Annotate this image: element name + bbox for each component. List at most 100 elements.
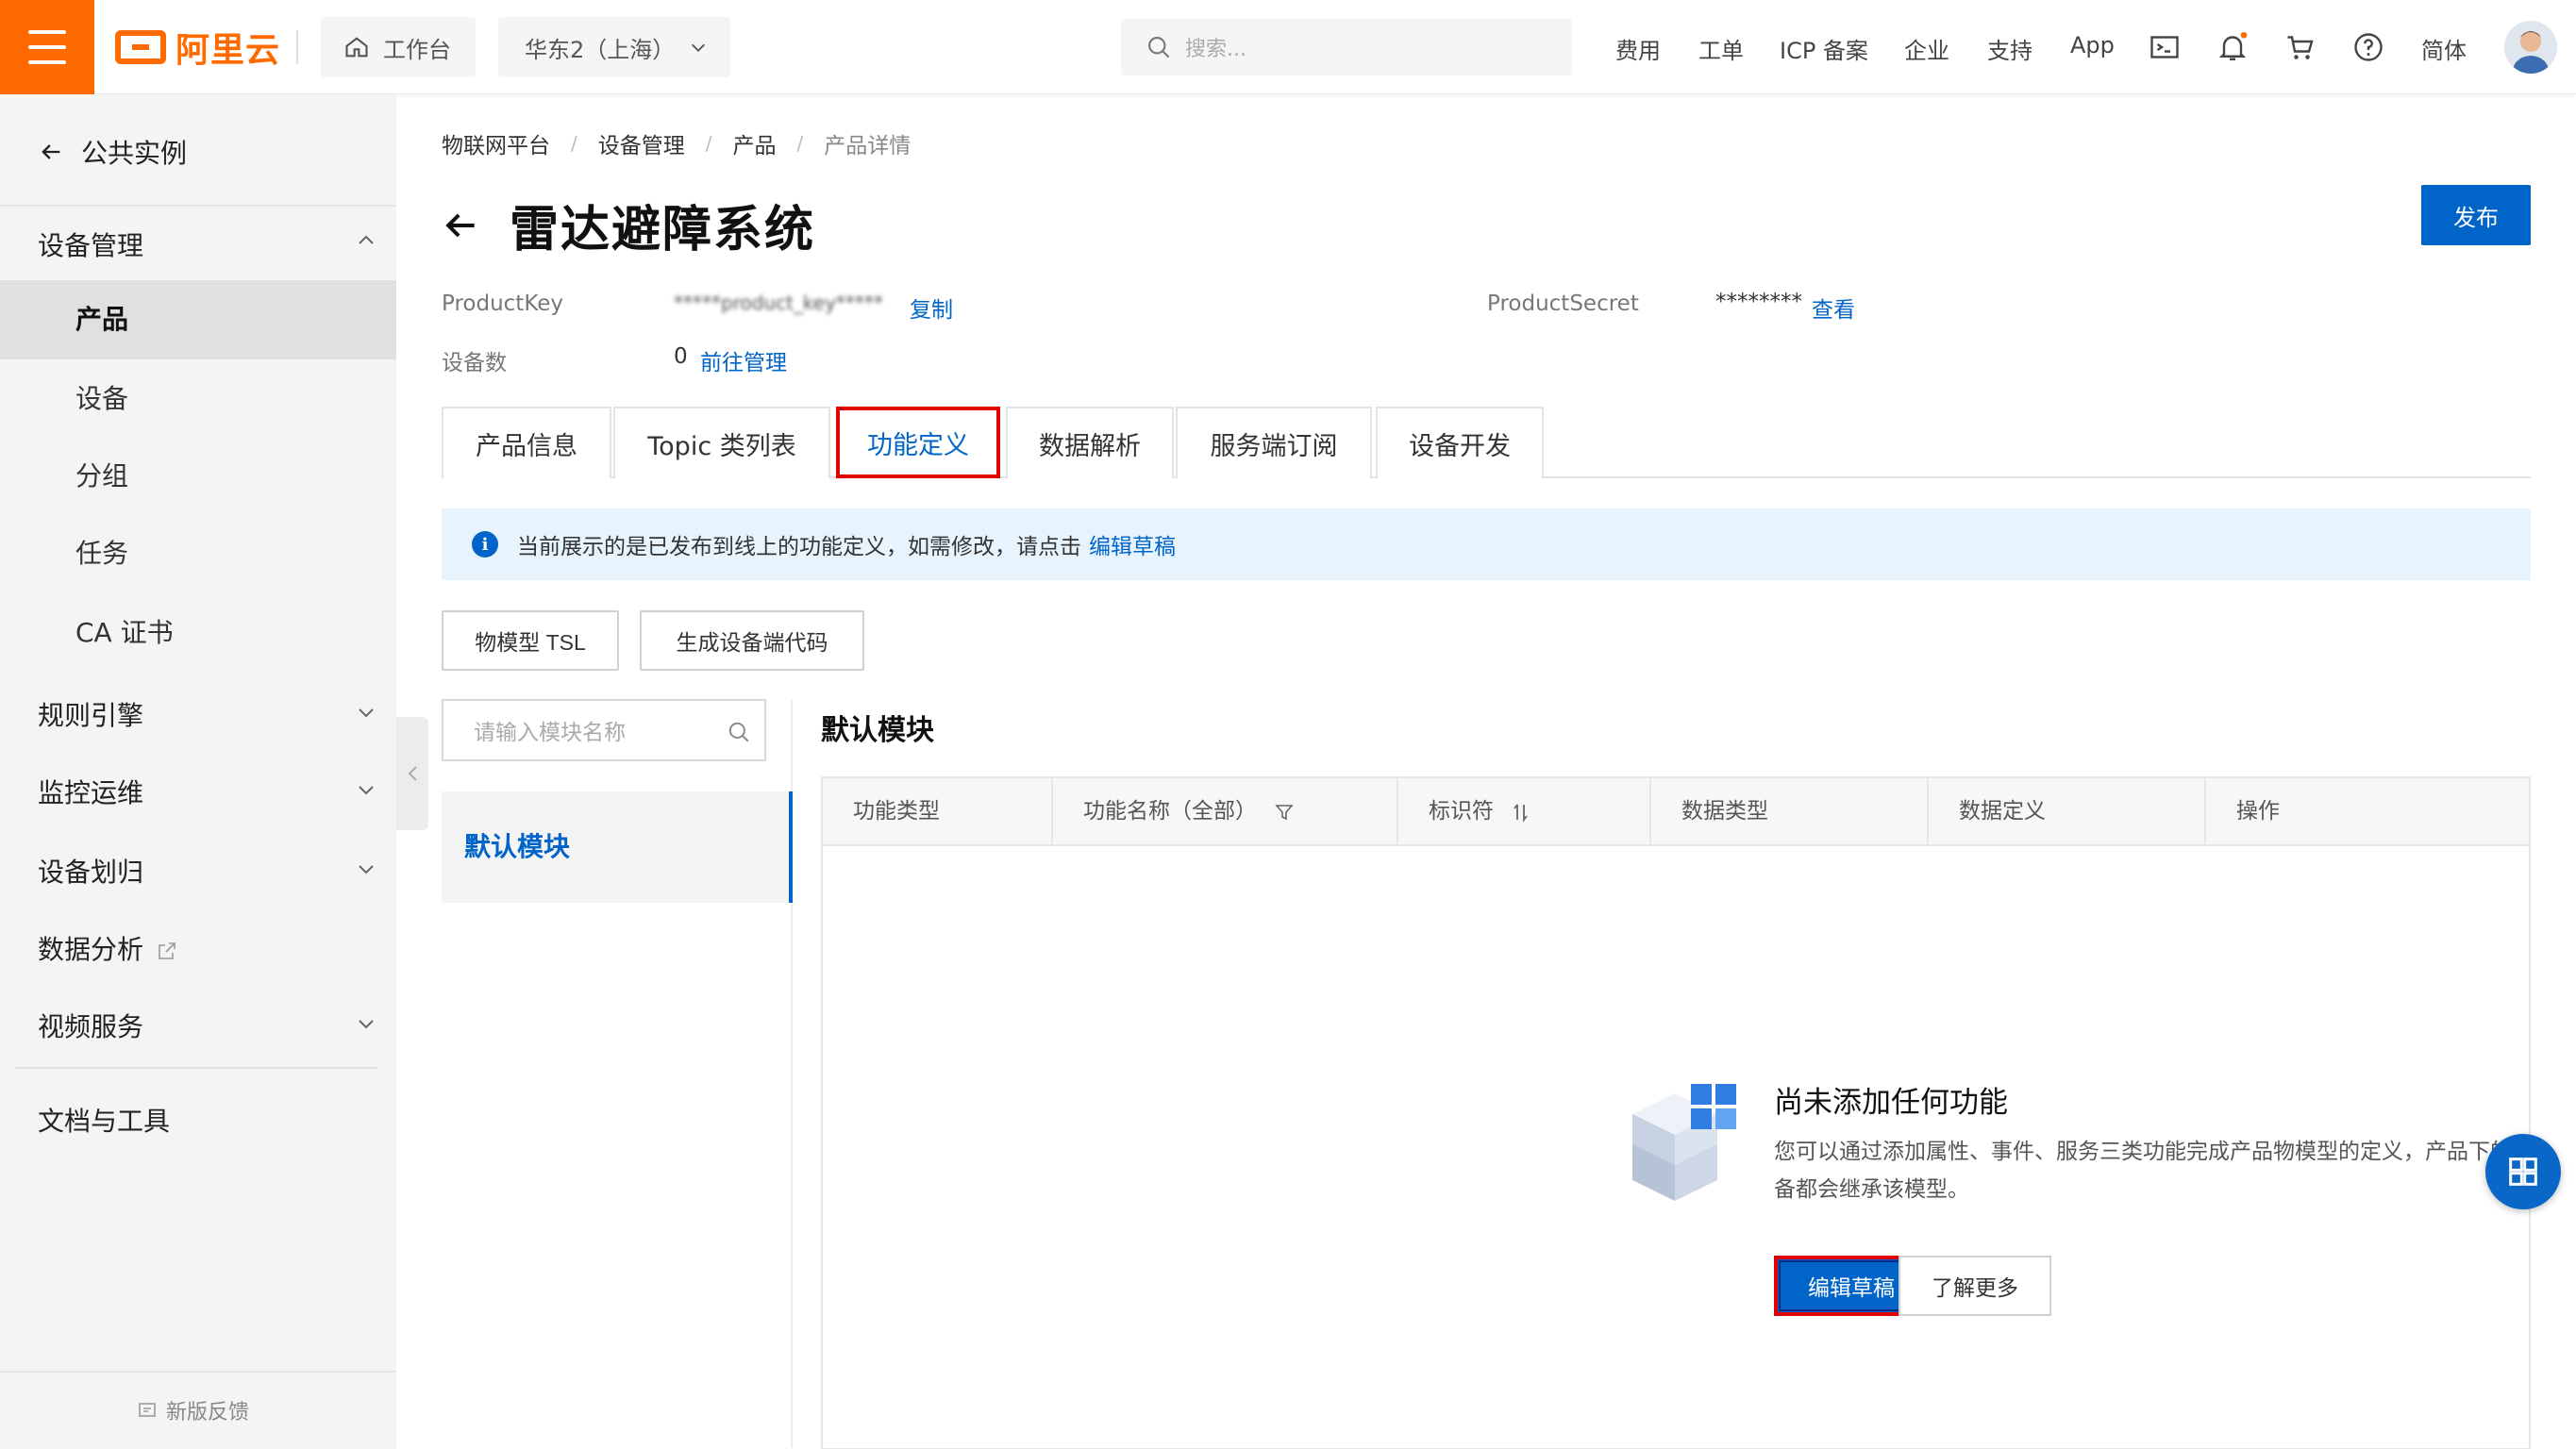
sidebar-group-video[interactable]: 视频服务 [38, 1007, 143, 1044]
tab-function-definition[interactable]: 功能定义 [836, 407, 1000, 478]
aliyun-logo[interactable]: 阿里云 [115, 26, 280, 70]
floating-apps-button[interactable] [2485, 1134, 2561, 1209]
chevron-down-icon[interactable] [355, 1012, 377, 1035]
nav-icp[interactable]: ICP 备案 [1780, 32, 1868, 65]
nav-support[interactable]: 支持 [1987, 32, 2032, 65]
copy-key-link[interactable]: 复制 [910, 291, 953, 324]
column-function-name[interactable]: 功能名称（全部） [1053, 778, 1398, 844]
user-avatar-icon [2512, 31, 2550, 74]
publish-button[interactable]: 发布 [2421, 185, 2531, 245]
tab-device-development[interactable]: 设备开发 [1376, 407, 1544, 478]
chevron-down-icon[interactable] [355, 858, 377, 880]
notice-text: 当前展示的是已发布到线上的功能定义，如需修改，请点击 [517, 535, 1081, 559]
learn-more-button[interactable]: 了解更多 [1899, 1256, 2051, 1316]
sidebar-group-data-analysis[interactable]: 数据分析 [38, 929, 178, 967]
sidebar-item-device[interactable]: 设备 [0, 359, 396, 439]
empty-state-title: 尚未添加任何功能 [1774, 1086, 2008, 1120]
terminal-icon[interactable] [2148, 30, 2182, 64]
breadcrumb-product[interactable]: 产品 [733, 127, 777, 159]
device-count-label: 设备数 [442, 351, 507, 375]
notice-edit-draft-link[interactable]: 编辑草稿 [1089, 528, 1176, 560]
cart-icon[interactable] [2283, 30, 2317, 64]
logo-text: 阿里云 [176, 31, 281, 70]
module-search-input[interactable]: 请输入模块名称 [442, 699, 766, 761]
grid-icon [2509, 1158, 2537, 1186]
home-icon [345, 37, 368, 58]
title-row: 雷达避障系统 [440, 190, 815, 260]
empty-state-description: 您可以通过添加属性、事件、服务三类功能完成产品物模型的定义，产品下的设备都会继承… [1774, 1140, 2534, 1202]
module-list-item-default[interactable]: 默认模块 [442, 791, 793, 903]
tab-data-parsing[interactable]: 数据解析 [1006, 407, 1174, 478]
bell-icon[interactable] [2216, 30, 2250, 64]
divider [296, 30, 298, 64]
column-actions: 操作 [2236, 799, 2280, 824]
nav-enterprise[interactable]: 企业 [1904, 32, 1949, 65]
tab-server-subscription[interactable]: 服务端订阅 [1176, 407, 1372, 478]
language-switch[interactable]: 简体 [2421, 32, 2467, 65]
external-link-icon [159, 942, 176, 959]
sidebar-group-device-assign[interactable]: 设备划归 [38, 852, 143, 890]
workbench-label: 工作台 [383, 36, 451, 63]
tab-product-info[interactable]: 产品信息 [442, 407, 611, 478]
sidebar-group-device-management[interactable]: 设备管理 [38, 225, 143, 263]
back-arrow-icon[interactable] [440, 205, 481, 246]
sidebar-item-task[interactable]: 任务 [0, 514, 396, 593]
main-content: 物联网平台 / 设备管理 / 产品 / 产品详情 雷达避障系统 发布 Produ… [396, 95, 2576, 1449]
section-title: 默认模块 [821, 714, 934, 747]
nav-ticket[interactable]: 工单 [1698, 32, 1744, 65]
workbench-button[interactable]: 工作台 [321, 17, 476, 77]
breadcrumb-separator: / [571, 132, 577, 155]
chevron-down-icon[interactable] [355, 778, 377, 801]
table-header: 功能类型 功能名称（全部） 标识符 数据类型 数据定义 操作 [823, 778, 2529, 846]
breadcrumb-iot-platform[interactable]: 物联网平台 [442, 127, 550, 159]
chevron-down-icon[interactable] [355, 701, 377, 724]
breadcrumb: 物联网平台 / 设备管理 / 产品 / 产品详情 [442, 127, 911, 159]
generate-device-code-button[interactable]: 生成设备端代码 [640, 610, 864, 671]
sort-icon[interactable] [1510, 801, 1532, 824]
chevron-up-icon[interactable] [355, 229, 377, 252]
feedback-link[interactable]: 新版反馈 [136, 1395, 249, 1425]
back-label: 公共实例 [81, 138, 188, 169]
hamburger-menu-button[interactable] [0, 0, 94, 94]
manage-devices-link[interactable]: 前往管理 [700, 344, 787, 376]
column-data-definition: 数据定义 [1929, 778, 2206, 844]
avatar[interactable] [2504, 21, 2557, 74]
search-placeholder: 搜索... [1185, 38, 1246, 61]
page-title: 雷达避障系统 [510, 202, 816, 258]
divider [0, 1371, 396, 1373]
tab-topic-list[interactable]: Topic 类列表 [613, 407, 830, 478]
sidebar-group-rule-engine[interactable]: 规则引擎 [38, 695, 143, 733]
column-identifier[interactable]: 标识符 [1398, 778, 1651, 844]
nav-billing[interactable]: 费用 [1615, 32, 1661, 65]
column-data-type: 数据类型 [1651, 778, 1929, 844]
sidebar: 公共实例 设备管理 产品 设备 分组 任务 CA 证书 规则引擎 监控运维 设备… [0, 95, 396, 1449]
region-selector[interactable]: 华东2（上海） [498, 17, 730, 77]
sidebar-group-monitoring[interactable]: 监控运维 [38, 773, 143, 810]
sidebar-item-group[interactable]: 分组 [0, 437, 396, 516]
product-secret-value: ******** [1715, 290, 1802, 314]
search-input[interactable]: 搜索... [1121, 19, 1572, 75]
breadcrumb-product-detail: 产品详情 [824, 134, 912, 158]
sidebar-item-product[interactable]: 产品 [0, 280, 396, 359]
sidebar-item-ca-cert[interactable]: CA 证书 [0, 593, 396, 673]
back-to-instance[interactable]: 公共实例 [38, 133, 187, 171]
product-key-label: ProductKey [442, 291, 564, 316]
filter-icon[interactable] [1273, 801, 1296, 824]
breadcrumb-separator: / [796, 132, 804, 155]
tab-bar: 产品信息 Topic 类列表 功能定义 数据解析 服务端订阅 设备开发 [442, 407, 2531, 478]
device-count-value: 0 [674, 344, 688, 369]
feedback-icon [139, 1403, 156, 1417]
help-icon[interactable] [2351, 30, 2385, 64]
module-search-placeholder: 请输入模块名称 [474, 721, 626, 745]
search-icon [1148, 37, 1170, 58]
view-secret-link[interactable]: 查看 [1812, 291, 1855, 324]
data-analysis-label: 数据分析 [38, 934, 144, 965]
column-function-name-label: 功能名称（全部） [1083, 799, 1257, 824]
arrow-left-icon [42, 144, 60, 159]
feedback-label: 新版反馈 [166, 1401, 250, 1424]
aliyun-logo-icon [115, 30, 166, 64]
sidebar-group-docs-tools[interactable]: 文档与工具 [38, 1101, 170, 1139]
tsl-model-button[interactable]: 物模型 TSL [442, 610, 619, 671]
breadcrumb-device-management[interactable]: 设备管理 [598, 127, 685, 159]
nav-app[interactable]: App [2070, 32, 2115, 58]
